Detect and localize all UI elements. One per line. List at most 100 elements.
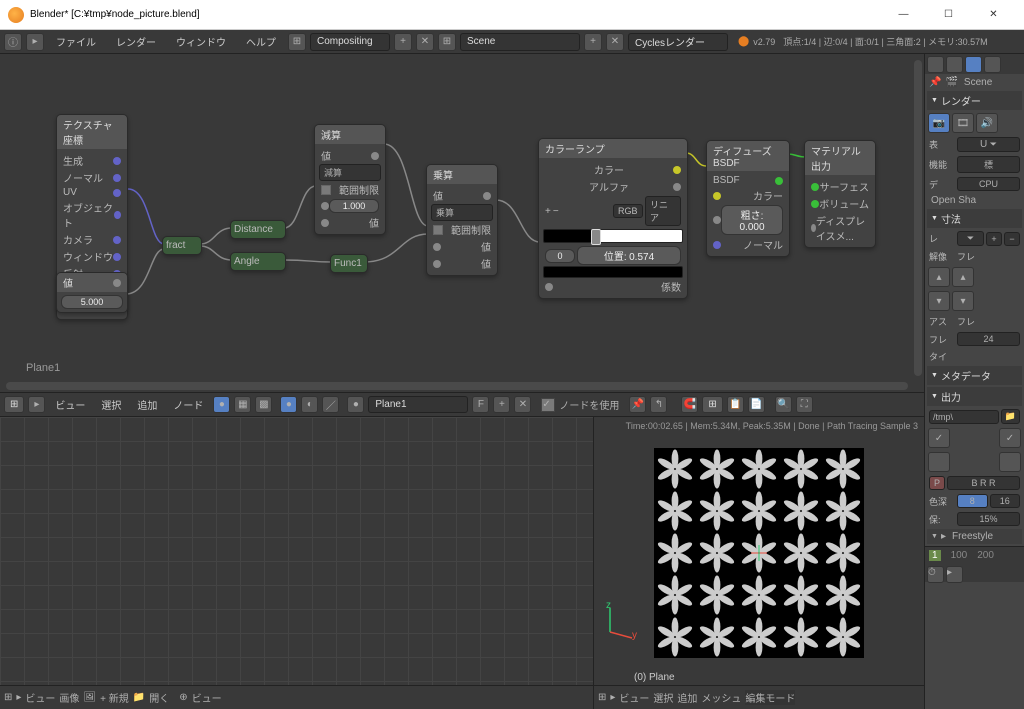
menu-help[interactable]: ヘルプ — [238, 34, 284, 49]
snap-type[interactable]: ⊞ — [702, 396, 722, 413]
browse-icon[interactable]: 📁 — [1001, 409, 1020, 424]
menu-view[interactable]: ビュー — [49, 397, 91, 412]
value-field[interactable]: 5.000 — [61, 295, 123, 309]
pivot-icon[interactable]: ⊕ — [179, 692, 187, 703]
hscrollbar[interactable] — [6, 382, 908, 390]
tab-scene-icon[interactable] — [965, 56, 982, 73]
color-ramp-gradient[interactable] — [543, 229, 683, 243]
clamp-checkbox[interactable] — [321, 185, 331, 195]
timeline-editor-icon[interactable]: ⏱ — [927, 566, 944, 583]
compositor-tree-icon[interactable]: ▦ — [234, 396, 251, 413]
panel-freestyle[interactable]: ▸ Freestyle — [927, 529, 1022, 544]
depth-8[interactable]: 8 — [957, 494, 988, 508]
placeholder-checkbox[interactable] — [928, 452, 950, 472]
node-color-ramp[interactable]: カラーランプ カラー アルファ + − RGB リニア 0 位置: 0.574 … — [538, 138, 688, 299]
preset-select[interactable]: ⏷ — [957, 231, 984, 246]
node-value[interactable]: 値 5.000 — [56, 272, 128, 313]
fake-user-button[interactable]: F — [472, 396, 489, 413]
node-subtract[interactable]: 減算 値 減算 範囲制限 1.000 値 — [314, 124, 386, 235]
timeline-menu-icon[interactable]: ▸ — [946, 566, 963, 583]
material-del-icon[interactable]: ✕ — [514, 396, 531, 413]
editor-type-icon[interactable]: ⊞ — [4, 396, 24, 413]
render-audio-icon[interactable]: 🔊 — [976, 113, 998, 133]
menu-select[interactable]: 選択 — [653, 690, 673, 705]
open-image-icon[interactable]: 📁 — [133, 692, 145, 703]
vscrollbar[interactable] — [914, 60, 922, 376]
frame-start-up[interactable]: ▴ — [952, 267, 974, 287]
image-browse-icon[interactable]: 🖼 — [83, 692, 96, 703]
material-browse-icon[interactable]: ● — [347, 396, 364, 413]
layout-selector[interactable]: Compositing — [310, 33, 390, 51]
backdrop-fit-icon[interactable]: ⛶ — [796, 396, 813, 413]
depth-16[interactable]: 16 — [990, 494, 1021, 508]
minimize-button[interactable]: — — [881, 1, 926, 29]
properties-editor[interactable]: 📌🎬Scene レンダー 📷 🎞 🔊 表U ⏷ 機能標 デCPU Open Sh… — [924, 54, 1024, 709]
color-swatch[interactable] — [543, 266, 683, 278]
menu-add[interactable]: 追加 — [677, 690, 697, 705]
device-select[interactable]: CPU — [957, 177, 1020, 191]
menu-expand-icon[interactable]: ▸ — [26, 33, 44, 51]
material-add-icon[interactable]: + — [493, 396, 510, 413]
roughness-field[interactable]: 粗さ: 0.000 — [721, 205, 783, 235]
overwrite-checkbox[interactable]: ✓ — [928, 428, 950, 448]
extensions-checkbox[interactable]: ✓ — [999, 428, 1021, 448]
texture-tree-icon[interactable]: ▩ — [255, 396, 272, 413]
menu-image[interactable]: 画像 — [59, 690, 79, 705]
compression-field[interactable]: 15% — [957, 512, 1020, 526]
maximize-button[interactable]: ☐ — [926, 1, 971, 29]
scene-add-icon[interactable]: + — [584, 33, 602, 51]
panel-metadata[interactable]: メタデータ — [927, 366, 1022, 385]
paste-nodes-icon[interactable]: 📄 — [748, 396, 765, 413]
menu-view2[interactable]: ビュー — [192, 690, 222, 705]
node-multiply[interactable]: 乗算 値 乗算 範囲制限 値 値 — [426, 164, 498, 276]
display-mode[interactable]: U ⏷ — [957, 137, 1020, 152]
scene-browse-icon[interactable]: ⊞ — [438, 33, 456, 51]
preset-add[interactable]: + — [986, 232, 1002, 246]
go-parent-icon[interactable]: ↰ — [650, 396, 667, 413]
object-type-icon[interactable]: ● — [280, 396, 297, 413]
scene-selector[interactable]: Scene — [460, 33, 580, 51]
backdrop-zoom-icon[interactable]: 🔍 — [775, 396, 792, 413]
open-image-button[interactable]: 開く — [149, 690, 169, 705]
interp-select[interactable]: リニア — [645, 196, 681, 226]
render-image-icon[interactable]: 📷 — [928, 113, 950, 133]
menu-mesh[interactable]: メッシュ — [701, 690, 741, 705]
layout-add-icon[interactable]: + — [394, 33, 412, 51]
layout-browse-icon[interactable]: ⊞ — [288, 33, 306, 51]
uv-image-editor[interactable]: ⊞ ▸ ビュー 画像 🖼 + 新規 📁 開く ⊕ ビュー — [0, 417, 594, 709]
panel-dimensions[interactable]: 寸法 — [927, 209, 1022, 228]
pin-icon[interactable]: 📌 — [629, 396, 646, 413]
format-icon[interactable]: P — [929, 476, 945, 490]
tab-world-icon[interactable] — [984, 56, 1001, 73]
cache-checkbox[interactable] — [999, 452, 1021, 472]
feature-set[interactable]: 標 — [957, 156, 1020, 173]
editor-type-icon[interactable]: ⊞ — [4, 692, 12, 703]
node-material-output[interactable]: マテリアル出力 サーフェス ボリューム ディスプレイスメ... — [804, 140, 876, 248]
frame-start-dn[interactable]: ▾ — [952, 291, 974, 311]
editor-type-icon[interactable]: ⊞ — [598, 692, 606, 703]
node-editor[interactable]: テクスチャ座標 生成 ノーマル UV オブジェクト カメラ ウィンドウ 反射 オ… — [0, 54, 924, 393]
scene-del-icon[interactable]: ✕ — [606, 33, 624, 51]
snap-icon[interactable]: 🧲 — [681, 396, 698, 413]
menu-view[interactable]: ビュー — [619, 690, 649, 705]
material-selector[interactable]: Plane1 — [368, 396, 468, 413]
world-type-icon[interactable]: ◐ — [301, 396, 318, 413]
info-editor-icon[interactable]: ⓘ — [4, 33, 22, 51]
menu-select[interactable]: 選択 — [95, 397, 127, 412]
node-fract[interactable]: fract — [162, 236, 202, 255]
menu-node[interactable]: ノード — [167, 397, 209, 412]
node-diffuse-bsdf[interactable]: ディフューズBSDF BSDF カラー 粗さ: 0.000 ノーマル — [706, 140, 790, 257]
layout-del-icon[interactable]: ✕ — [416, 33, 434, 51]
3d-viewport[interactable]: Time:00:02.65 | Mem:5.34M, Peak:5.35M | … — [594, 417, 924, 709]
output-path[interactable]: /tmp\ — [929, 410, 999, 424]
res-x-dn[interactable]: ▾ — [928, 291, 950, 311]
menu-file[interactable]: ファイル — [48, 34, 104, 49]
menu-expand-icon[interactable]: ▸ — [16, 692, 21, 703]
panel-output[interactable]: 出力 — [927, 387, 1022, 406]
menu-render[interactable]: レンダー — [108, 34, 164, 49]
res-x-up[interactable]: ▴ — [928, 267, 950, 287]
panel-render[interactable]: レンダー — [927, 91, 1022, 110]
menu-expand-icon[interactable]: ▸ — [28, 396, 45, 413]
copy-nodes-icon[interactable]: 📋 — [727, 396, 744, 413]
render-anim-icon[interactable]: 🎞 — [952, 113, 974, 133]
